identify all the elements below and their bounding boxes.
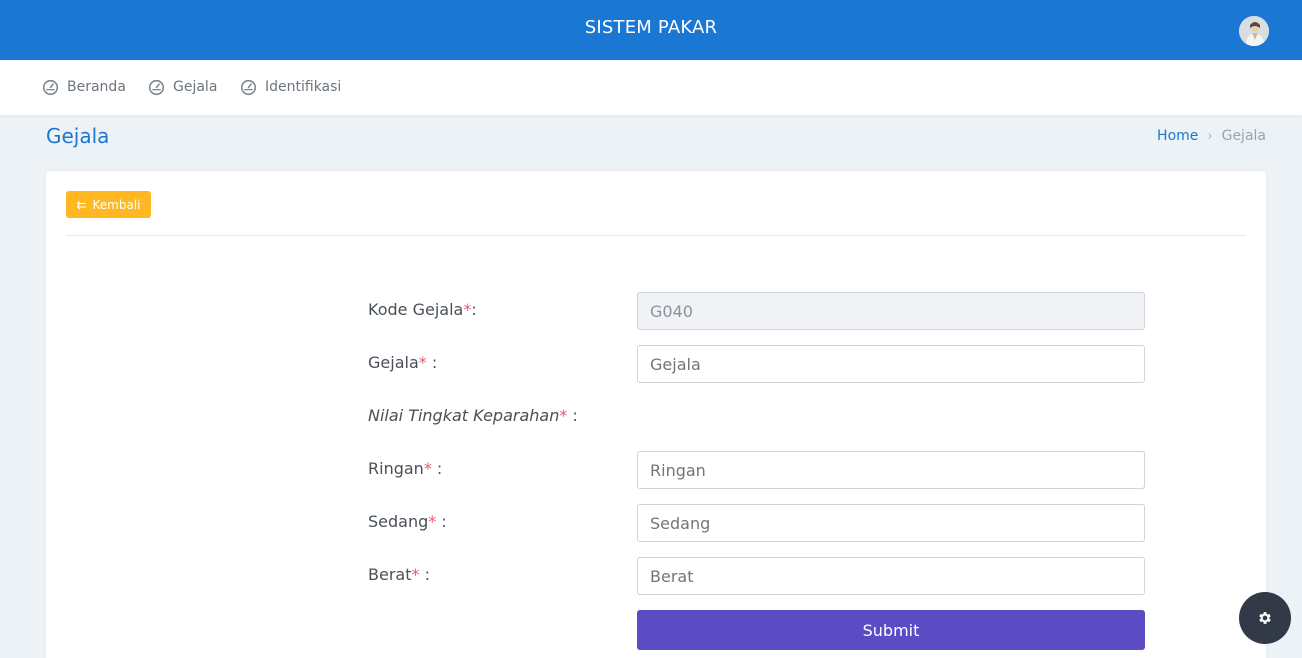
- label-suffix: :: [567, 406, 578, 425]
- kode-gejala-label: Kode Gejala*:: [368, 300, 477, 320]
- label-suffix: :: [431, 459, 443, 478]
- nav-label: Beranda: [67, 79, 126, 95]
- dashboard-gauge-icon: [42, 79, 59, 95]
- label-suffix: :: [426, 353, 438, 372]
- kode-gejala-field[interactable]: [637, 292, 1145, 330]
- avatar-image: [1239, 16, 1269, 46]
- label-text: Kode Gejala: [368, 300, 464, 319]
- back-button[interactable]: ⇇ Kembali: [66, 191, 151, 218]
- top-bar: SISTEM PAKAR: [0, 0, 1302, 60]
- nav-item-identifikasi[interactable]: Identifikasi: [240, 77, 341, 97]
- nav-item-gejala[interactable]: Gejala: [148, 77, 217, 97]
- breadcrumb-current: Gejala: [1221, 128, 1266, 144]
- nav-item-beranda[interactable]: Beranda: [42, 77, 126, 97]
- nav-label: Identifikasi: [265, 79, 342, 95]
- nilai-tingkat-keparahan-heading: Nilai Tingkat Keparahan* :: [368, 406, 578, 426]
- nav-label: Gejala: [173, 79, 218, 95]
- label-suffix: :: [436, 512, 447, 531]
- label-text: Ringan: [368, 459, 424, 478]
- label-text: Sedang: [368, 512, 429, 531]
- berat-input[interactable]: [637, 557, 1145, 595]
- gejala-label: Gejala* :: [368, 353, 437, 373]
- label-text: Gejala: [368, 353, 419, 372]
- form-card: ⇇ Kembali Kode Gejala*: Gejala* : Nilai …: [46, 171, 1266, 658]
- label-text: Berat: [368, 565, 412, 584]
- page-title: Gejala: [46, 124, 110, 148]
- required-mark: *: [418, 353, 427, 372]
- berat-label: Berat* :: [368, 565, 430, 585]
- divider: [66, 235, 1246, 236]
- ringan-input[interactable]: [637, 451, 1145, 489]
- sedang-input[interactable]: [637, 504, 1145, 542]
- dashboard-gauge-icon: [240, 79, 257, 95]
- gear-icon: [1259, 612, 1271, 624]
- user-avatar[interactable]: [1239, 16, 1269, 46]
- submit-button[interactable]: Submit: [637, 610, 1145, 650]
- label-text: Nilai Tingkat Keparahan: [368, 406, 560, 425]
- nav-bar: Beranda Gejala Identifikasi: [0, 60, 1302, 115]
- required-mark: *: [423, 459, 432, 478]
- breadcrumb-separator-icon: ›: [1207, 128, 1213, 144]
- sedang-label: Sedang* :: [368, 512, 447, 532]
- breadcrumb: Home › Gejala: [1157, 128, 1266, 144]
- ringan-label: Ringan* :: [368, 459, 442, 479]
- settings-fab[interactable]: [1239, 592, 1291, 644]
- back-button-label: Kembali: [92, 197, 141, 212]
- app-title: SISTEM PAKAR: [584, 17, 718, 38]
- label-suffix: :: [471, 300, 477, 319]
- label-suffix: :: [419, 565, 430, 584]
- back-arrow-icon: ⇇: [76, 197, 87, 212]
- breadcrumb-home-link[interactable]: Home: [1157, 128, 1198, 144]
- dashboard-gauge-icon: [148, 79, 165, 95]
- gejala-input[interactable]: [637, 345, 1145, 383]
